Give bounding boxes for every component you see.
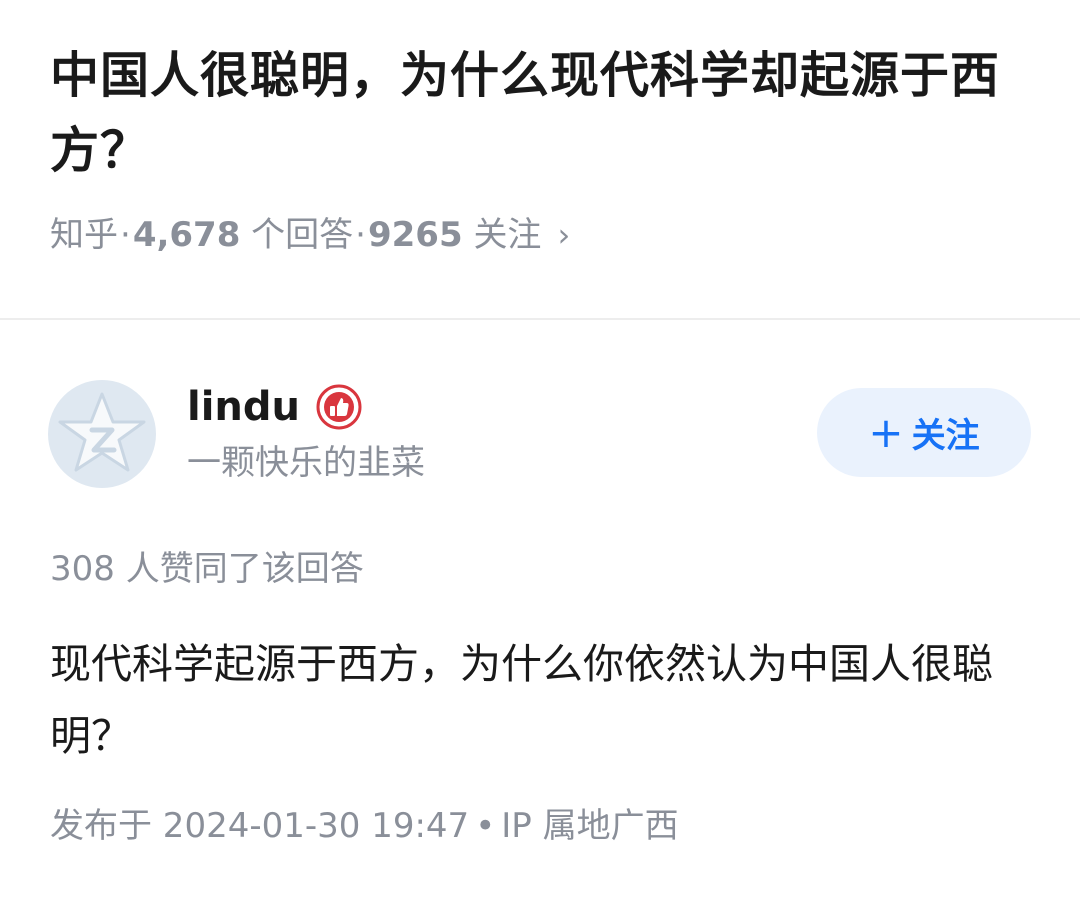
- follow-button-label: 关注: [911, 416, 980, 456]
- follow-button[interactable]: + 关注: [817, 388, 1031, 477]
- vote-count: 308 人赞同了该回答: [50, 549, 364, 589]
- publish-time: 发布于 2024-01-30 19:47: [50, 806, 470, 846]
- answer-body[interactable]: 现代科学起源于西方，为什么你依然认为中国人很聪明？: [50, 628, 1030, 772]
- author-name-row: lindu: [187, 380, 362, 434]
- follower-count-label: 关注: [473, 215, 542, 255]
- avatar[interactable]: [48, 380, 156, 488]
- source-label: 知乎: [50, 215, 118, 255]
- meta-separator: ·: [120, 215, 131, 255]
- meta-separator: ·: [355, 215, 366, 255]
- answer-count-label: 个回答: [251, 215, 354, 255]
- author-name[interactable]: lindu: [187, 380, 300, 434]
- question-meta[interactable]: 知乎·4,678 个回答·9265 关注 ›: [50, 212, 570, 258]
- qq-star-icon: [58, 392, 146, 472]
- publish-info: 发布于 2024-01-30 19:47 • IP 属地广西: [50, 803, 679, 849]
- ip-location: IP 属地广西: [501, 806, 679, 846]
- answer-count: 4,678: [132, 215, 241, 255]
- chevron-right-icon: ›: [557, 216, 571, 254]
- dot-separator: •: [475, 806, 496, 846]
- author-bio: 一颗快乐的韭菜: [187, 443, 425, 483]
- divider: [0, 318, 1080, 320]
- question-title[interactable]: 中国人很聪明，为什么现代科学却起源于西方？: [50, 38, 1040, 188]
- thumbs-up-badge-icon: [316, 384, 362, 430]
- plus-icon: +: [868, 407, 904, 457]
- follower-count: 9265: [367, 215, 463, 255]
